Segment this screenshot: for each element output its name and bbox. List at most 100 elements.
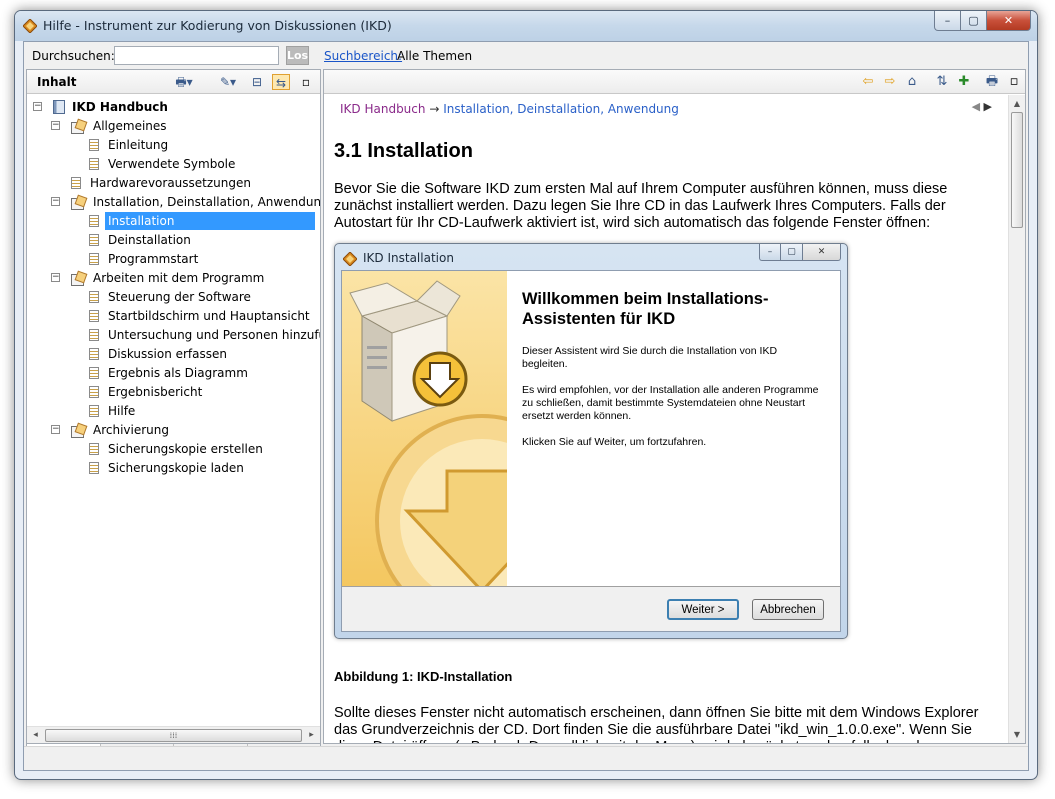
book-icon (53, 100, 65, 114)
contents-toolbar: Inhalt 🖶▾ ✎▾ ⊟ ⇆ ▫ (27, 70, 320, 94)
search-input[interactable] (114, 46, 279, 65)
collapse-toggle-icon[interactable]: − (33, 102, 42, 111)
tree-item[interactable]: − Installation, Deinstallation, Anwendung (51, 193, 320, 211)
tree-item[interactable]: Startbildschirm und Hauptansicht (89, 307, 313, 325)
scrollbar-thumb[interactable]: ⁞⁞⁞ (45, 729, 302, 742)
window-title: Hilfe - Instrument zur Kodierung von Dis… (43, 18, 392, 33)
tree-item-label: Sicherungskopie erstellen (108, 442, 263, 456)
tree-item[interactable]: Verwendete Symbole (89, 155, 238, 173)
collapse-toggle-icon[interactable]: − (51, 121, 60, 130)
contents-tree: − IKD Handbuch − Allgemeines Einleitung Verwe… (27, 95, 320, 725)
content-pane: ⇦ ⇨ ⌂ ⇅ ✚ 🖶 ▫ IKD Handbuch → Installatio… (323, 69, 1026, 744)
status-bar (24, 746, 1028, 770)
tree-item-label: Arbeiten mit dem Programm (93, 271, 265, 285)
installer-cancel-button: Abbrechen (752, 599, 824, 620)
tree-item[interactable]: − Arbeiten mit dem Programm (51, 269, 267, 287)
tree-item-label: Steuerung der Software (108, 290, 251, 304)
installer-title: IKD Installation (363, 251, 454, 265)
scroll-up-icon[interactable]: ▲ (1009, 95, 1025, 112)
restore-icon[interactable]: ▫ (299, 74, 313, 90)
content-toolbar: ⇦ ⇨ ⌂ ⇅ ✚ 🖶 ▫ (324, 70, 1025, 94)
print-icon[interactable]: 🖶 (983, 73, 1001, 91)
app-icon (23, 19, 37, 33)
fallback-paragraph: Sollte dieses Fenster nicht automatisch … (334, 705, 979, 743)
close-button[interactable]: ✕ (987, 11, 1031, 31)
restore-icon[interactable]: ▫ (1005, 73, 1023, 91)
installer-minimize-icon: – (759, 244, 781, 261)
tree-item[interactable]: Ergebnis als Diagramm (89, 364, 251, 382)
back-icon[interactable]: ⇦ (859, 73, 877, 91)
collapse-toggle-icon[interactable]: − (51, 273, 60, 282)
search-scope-link[interactable]: Suchbereich: (324, 49, 402, 63)
scroll-left-icon[interactable]: ◂ (27, 727, 44, 744)
print-icon[interactable]: 🖶▾ (172, 74, 196, 90)
search-bar: Durchsuchen: Los Suchbereich: Alle Theme… (24, 42, 1028, 69)
forward-icon[interactable]: ⇨ (881, 73, 899, 91)
vertical-scrollbar[interactable]: ▲ ▼ (1008, 95, 1025, 743)
sync-toc-icon[interactable]: ⇅ (933, 73, 951, 91)
client-area: Durchsuchen: Los Suchbereich: Alle Theme… (23, 41, 1029, 771)
settings-icon[interactable]: ✎▾ (215, 74, 241, 90)
sync-icon[interactable]: ⇆ (272, 74, 290, 90)
breadcrumb-root[interactable]: IKD Handbuch (340, 102, 426, 116)
tree-item[interactable]: Untersuchung und Personen hinzufügen (89, 326, 320, 344)
collapse-toggle-icon[interactable]: − (51, 197, 60, 206)
tree-item[interactable]: Deinstallation (89, 231, 194, 249)
scroll-right-icon[interactable]: ▸ (303, 727, 320, 744)
installer-text-intro: Dieser Assistent wird Sie durch die Inst… (522, 345, 778, 370)
collapse-toggle-icon[interactable]: − (51, 425, 60, 434)
tree-item[interactable]: Hilfe (89, 402, 138, 420)
tree-item[interactable]: Diskussion erfassen (89, 345, 230, 363)
page-icon (89, 348, 99, 360)
tree-item[interactable]: Sicherungskopie laden (89, 459, 247, 477)
next-topic-icon[interactable]: ▶ (984, 100, 992, 113)
tree-item-label: Ergebnisbericht (108, 385, 203, 399)
topic-nav-arrows: ◀ ▶ (972, 100, 992, 113)
tree-item[interactable]: Einleitung (89, 136, 171, 154)
horizontal-scrollbar[interactable]: ◂ ⁞⁞⁞ ▸ (27, 726, 320, 743)
page-icon (89, 386, 99, 398)
installer-next-button: Weiter > (667, 599, 739, 620)
contents-title: Inhalt (37, 75, 77, 89)
tree-item[interactable]: Hardwarevoraussetzungen (71, 174, 254, 192)
search-label: Durchsuchen: (32, 49, 115, 63)
page-icon (89, 253, 99, 265)
add-bookmark-icon[interactable]: ✚ (955, 73, 973, 91)
page-icon (71, 177, 81, 189)
breadcrumb-separator: → (429, 102, 440, 116)
tree-item[interactable]: Steuerung der Software (89, 288, 254, 306)
home-icon[interactable]: ⌂ (903, 73, 921, 91)
tree-item[interactable]: Installation (89, 212, 315, 230)
previous-topic-icon[interactable]: ◀ (972, 100, 980, 113)
tree-item[interactable]: − Archivierung (51, 421, 172, 439)
search-go-button[interactable]: Los (286, 46, 309, 65)
title-bar[interactable]: Hilfe - Instrument zur Kodierung von Dis… (15, 11, 1037, 41)
tree-item[interactable]: − Allgemeines (51, 117, 170, 135)
page-icon (89, 215, 99, 227)
tree-item[interactable]: Programmstart (89, 250, 201, 268)
scroll-down-icon[interactable]: ▼ (1009, 726, 1025, 743)
breadcrumb-current[interactable]: Installation, Deinstallation, Anwendung (443, 102, 679, 116)
tree-item-label: Archivierung (93, 423, 169, 437)
maximize-button[interactable]: ▢ (961, 11, 987, 31)
page-icon (89, 443, 99, 455)
collapse-icon[interactable]: ⊟ (249, 74, 265, 90)
tree-item-label: Startbildschirm und Hauptansicht (108, 309, 310, 323)
maximize-icon: ▢ (968, 14, 979, 27)
minimize-button[interactable]: – (934, 11, 961, 31)
tree-item[interactable]: Ergebnisbericht (89, 383, 205, 401)
help-window: Hilfe - Instrument zur Kodierung von Dis… (14, 10, 1038, 780)
page-icon (89, 462, 99, 474)
tree-item-label: Hardwarevoraussetzungen (90, 176, 251, 190)
close-icon: ✕ (1003, 14, 1014, 27)
tree-item-label: Diskussion erfassen (108, 347, 227, 361)
tree-item[interactable]: Sicherungskopie erstellen (89, 440, 266, 458)
tree-item-label: Deinstallation (108, 233, 191, 247)
help-content: IKD Handbuch → Installation, Deinstallat… (324, 95, 1008, 743)
intro-paragraph: Bevor Sie die Software IKD zum ersten Ma… (334, 181, 948, 231)
page-icon (89, 158, 99, 170)
scrollbar-thumb[interactable] (1011, 112, 1023, 228)
page-title: 3.1 Installation (334, 140, 473, 162)
tree-item-label: Untersuchung und Personen hinzufügen (108, 328, 320, 342)
tree-item[interactable]: − IKD Handbuch (33, 98, 171, 116)
